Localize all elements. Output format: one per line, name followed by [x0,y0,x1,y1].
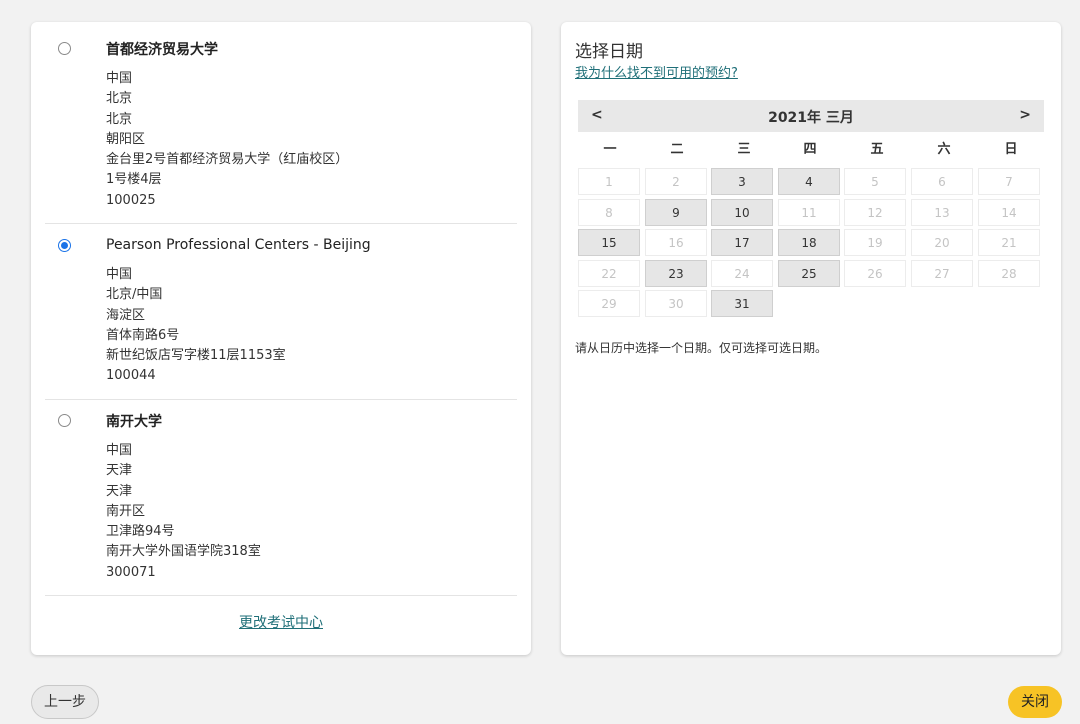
weekday-label: 五 [870,142,884,157]
calendar-day-available[interactable]: 3 [711,168,773,195]
weekday-label: 四 [803,142,817,157]
weekday-label: 日 [1004,142,1018,157]
address-line: 北京 [106,111,133,127]
calendar-day-unavailable: 6 [911,168,973,195]
calendar-day-available[interactable]: 31 [711,290,773,317]
address-line: 中国 [106,71,133,86]
address-line: 北京 [106,91,133,107]
address-line: 南开区 [106,503,146,519]
test-center-radio[interactable] [58,414,71,427]
test-center-address: 中国 北京 北京 朝阳区 金台里2号首都经济贸易大学（红庙校区） 1号楼4层 1… [106,69,348,211]
calendar-day-available[interactable]: 15 [578,229,640,256]
test-center-item[interactable]: 南开大学 中国 天津 天津 南开区 卫津路94号 南开大学外国语学院318室 3… [45,400,517,596]
test-center-list: 首都经济贸易大学 中国 北京 北京 朝阳区 金台里2号首都经济贸易大学（红庙校区… [31,22,531,655]
change-test-center-link[interactable]: 更改考试中心 [31,612,531,632]
calendar-day-unavailable: 5 [844,168,906,195]
test-center-address: 中国 北京/中国 海淀区 首体南路6号 新世纪饭店写字楼11层1153室 100… [106,265,286,387]
calendar-weekday-row: 一 二 三 四 五 六 日 [578,138,1044,162]
calendar-day-unavailable: 26 [844,260,906,287]
test-center-name: 南开大学 [106,414,162,430]
calendar-day-unavailable: 8 [578,199,640,226]
why-no-appointments-link[interactable]: 我为什么找不到可用的预约? [575,62,738,81]
address-line: 卫津路94号 [106,524,175,540]
calendar-day-available[interactable]: 10 [711,199,773,226]
calendar-day-unavailable: 29 [578,290,640,317]
calendar-header: < 2021年 三月 > [578,100,1044,132]
calendar-day-unavailable: 2 [645,168,707,195]
calendar-day-unavailable: 21 [978,229,1040,256]
calendar-day-available[interactable]: 4 [778,168,840,195]
address-line: 新世纪饭店写字楼11层1153室 [106,348,286,364]
close-button[interactable]: 关闭 [1008,686,1062,718]
previous-step-button[interactable]: 上一步 [31,685,99,719]
calendar-day-unavailable: 24 [711,260,773,287]
address-line: 天津 [106,463,133,479]
calendar-day-unavailable: 27 [911,260,973,287]
address-line: 中国 [106,267,133,282]
address-line: 北京/中国 [106,287,163,303]
calendar-day-available[interactable]: 18 [778,229,840,256]
address-line: 中国 [106,443,133,458]
calendar-day-unavailable: 16 [645,229,707,256]
calendar-day-available[interactable]: 17 [711,229,773,256]
calendar-day-available[interactable]: 23 [645,260,707,287]
address-line: 300071 [106,564,156,580]
calendar-day-unavailable: 13 [911,199,973,226]
calendar-day-unavailable: 11 [778,199,840,226]
address-line: 首体南路6号 [106,327,180,343]
weekday-label: 三 [737,142,751,157]
calendar-day-unavailable: 14 [978,199,1040,226]
calendar-month-label: 2021年 三月 [768,110,854,126]
calendar-day-unavailable: 1 [578,168,640,195]
address-line: 1号楼4层 [106,172,162,188]
calendar-day-unavailable: 22 [578,260,640,287]
address-line: 金台里2号首都经济贸易大学（红庙校区） [106,152,349,168]
calendar-hint-text: 请从日历中选择一个日期。仅可选择可选日期。 [575,341,828,355]
address-line: 朝阳区 [106,131,146,147]
calendar-day-unavailable: 28 [978,260,1040,287]
weekday-label: 六 [937,142,951,157]
address-line: 100025 [106,192,156,208]
test-center-name: 首都经济贸易大学 [106,42,218,58]
calendar-day-unavailable: 12 [844,199,906,226]
test-center-address: 中国 天津 天津 南开区 卫津路94号 南开大学外国语学院318室 300071 [106,441,261,583]
calendar-day-unavailable: 30 [645,290,707,317]
calendar-day-available[interactable]: 25 [778,260,840,287]
calendar-next-month-button[interactable]: > [1019,107,1031,123]
calendar-day-grid: 1 2 3 4 5 6 7 8 9 10 11 12 13 14 15 16 17 18 19 20 21 22 23 24 2… [578,168,1044,320]
weekday-label: 一 [603,142,617,157]
test-center-radio-selected[interactable] [58,239,71,252]
date-selection-panel: 选择日期 我为什么找不到可用的预约? < 2021年 三月 > 一 二 三 四 … [561,22,1061,655]
calendar-day-unavailable: 19 [844,229,906,256]
address-line: 南开大学外国语学院318室 [106,544,261,560]
address-line: 100044 [106,368,156,384]
test-center-name: Pearson Professional Centers - Beijing [106,237,371,253]
address-line: 天津 [106,483,133,499]
test-center-item[interactable]: 首都经济贸易大学 中国 北京 北京 朝阳区 金台里2号首都经济贸易大学（红庙校区… [45,22,517,224]
date-panel-title: 选择日期 [575,42,643,62]
calendar-day-available[interactable]: 9 [645,199,707,226]
calendar-day-unavailable: 7 [978,168,1040,195]
address-line: 海淀区 [106,307,146,323]
calendar-day-unavailable: 20 [911,229,973,256]
test-center-item[interactable]: Pearson Professional Centers - Beijing 中… [45,224,517,400]
weekday-label: 二 [670,142,684,157]
test-center-radio[interactable] [58,42,71,55]
